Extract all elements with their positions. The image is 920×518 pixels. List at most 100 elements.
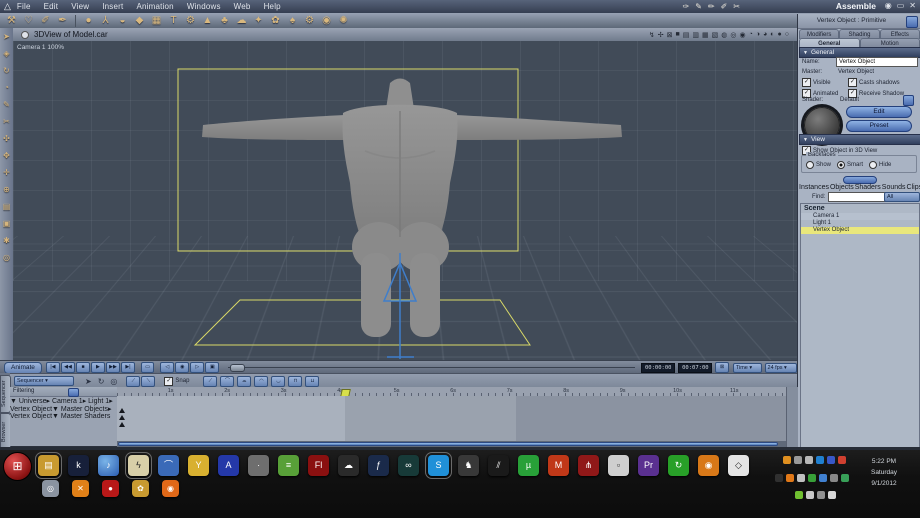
seq-zoom-icon[interactable]: ◎ [110, 377, 117, 386]
steam-icon[interactable]: ◎ [42, 480, 59, 497]
textured-mode-icon[interactable]: ⊠ [667, 31, 673, 39]
visible-checkbox[interactable]: Visible [802, 78, 848, 87]
tray-icon-2[interactable] [794, 456, 802, 464]
time-scrubber-knob[interactable] [230, 364, 245, 372]
move-axis-tool-icon[interactable]: ✥ [3, 147, 10, 164]
shader-edit-button[interactable]: Edit [846, 106, 912, 118]
camera-tool-icon[interactable]: ▣ [3, 215, 11, 232]
heart-tool-icon[interactable]: ♡ [20, 15, 37, 26]
brush-tool-icon[interactable]: ✂ [3, 113, 10, 130]
tab-sounds[interactable]: Sounds [882, 184, 906, 191]
menu-edit[interactable]: Edit [44, 2, 59, 11]
scene-root-label[interactable]: Scene [801, 204, 919, 213]
tangent-flat-button[interactable]: ⌓ [237, 376, 251, 387]
art-app-icon[interactable]: ✿ [132, 480, 149, 497]
tray-icon-6[interactable] [838, 456, 846, 464]
menu-insert[interactable]: Insert [102, 2, 123, 11]
3d-viewport[interactable]: Camera 1 100% [13, 41, 797, 360]
mechanism-icon[interactable]: ⚙ [301, 15, 318, 26]
tripod-app-icon[interactable]: ⋔ [578, 455, 599, 476]
tree-group-master-objects[interactable]: ▼ Master Objects [52, 406, 108, 413]
start-button[interactable]: ⊞ [3, 452, 32, 481]
stop-button[interactable]: ■ [76, 362, 90, 373]
winamp-icon[interactable]: ϟ [128, 455, 149, 476]
flash-icon[interactable]: Fl [308, 455, 329, 476]
wrench-tool-icon[interactable]: ⚒ [3, 15, 20, 26]
view-section-header[interactable]: ▼View [799, 134, 920, 145]
current-time-field[interactable]: 00:00:00 [641, 363, 675, 373]
metaball-icon[interactable]: ◆ [131, 15, 148, 26]
zoom-tool-icon[interactable]: ◎ [3, 249, 10, 266]
shaded-ball2-icon[interactable]: ● [778, 31, 782, 38]
shaded-ball1-icon[interactable]: ◐ [770, 31, 774, 38]
knife-tool-icon[interactable]: ✎ [3, 96, 10, 113]
premiere-icon[interactable]: Pr [638, 455, 659, 476]
tray-icon-3[interactable] [805, 456, 813, 464]
scene-item-vertex-object[interactable]: Vertex Object [801, 227, 919, 234]
unity-icon[interactable]: ◇ [728, 455, 749, 476]
preview-quality2-icon[interactable]: ◎ [730, 31, 736, 39]
itunes-icon[interactable]: ♪ [98, 455, 119, 476]
camera-object-icon[interactable]: ◉ [318, 15, 335, 26]
taskbar-clock[interactable]: 5:22 PM Saturday 9/1/2012 [853, 456, 915, 489]
burger-app-icon[interactable]: ≡ [278, 455, 299, 476]
layout-two-icon[interactable]: ▤ [683, 31, 690, 39]
shader-eyedrop-icon[interactable]: ◔ [4, 79, 9, 96]
eye-app-icon[interactable]: ◉ [162, 480, 179, 497]
record-keyframe-button[interactable]: ◉ [175, 362, 189, 373]
keyframe-marker[interactable] [119, 415, 125, 420]
kindle-icon[interactable]: k [68, 455, 89, 476]
curve-mode-button[interactable]: ⟍ [141, 376, 155, 387]
pen-icon[interactable]: ✏ [708, 2, 715, 11]
animate-button[interactable]: Animate [4, 362, 42, 374]
end-time-field[interactable]: 00:07:00 [678, 363, 712, 373]
scale-tool-icon[interactable]: ✛ [3, 164, 10, 181]
tray-icon-4[interactable] [816, 456, 824, 464]
timeline-vscrollbar[interactable] [786, 387, 798, 447]
universal-manip-icon[interactable]: ⊕ [3, 181, 10, 198]
layout-grid-icon[interactable]: ▧ [712, 31, 719, 39]
menu-web[interactable]: Web [234, 2, 251, 11]
tangent-linear-button[interactable]: ⟋ [203, 376, 217, 387]
find-input[interactable] [828, 192, 886, 202]
spline-object-icon[interactable]: ⅄ [97, 15, 114, 26]
filtering-button[interactable] [68, 388, 79, 397]
bend-tool-icon[interactable]: ✐ [37, 15, 54, 26]
pan-tool-icon[interactable]: ✱ [3, 232, 10, 249]
eraser-icon[interactable]: ✂ [733, 2, 740, 11]
light-object-icon[interactable]: ✺ [335, 15, 352, 26]
seq-rotate-icon[interactable]: ↻ [98, 377, 105, 386]
hscroll-thumb[interactable] [118, 442, 778, 446]
model-figure[interactable] [202, 79, 622, 338]
explorer-folder-icon[interactable]: ▤ [38, 455, 59, 476]
render-mode2-icon[interactable]: ◑ [756, 31, 760, 38]
cube-primitive-icon[interactable]: ▦ [148, 15, 165, 26]
tab-instances[interactable]: Instances [799, 184, 829, 191]
step-back-button[interactable]: ◁ [160, 362, 174, 373]
menu-animation[interactable]: Animation [136, 2, 173, 11]
lit-wireframe-icon[interactable]: ✢ [658, 31, 664, 39]
manga-studio-icon[interactable]: ⫽ [488, 455, 509, 476]
keyframe-marker[interactable] [119, 422, 125, 427]
hair-app-icon[interactable]: ☁ [338, 455, 359, 476]
sync-app-icon[interactable]: ↻ [668, 455, 689, 476]
tray-icon-10[interactable] [808, 474, 816, 482]
white-app-icon[interactable]: ▫ [608, 455, 629, 476]
tree-item-light-1[interactable]: ▸ Light 1 [83, 398, 109, 405]
viewport-collapse-icon[interactable] [21, 31, 29, 39]
knife-icon[interactable]: ✐ [721, 2, 728, 11]
tray-icon-13[interactable] [841, 474, 849, 482]
close-button[interactable]: ✕ [909, 1, 916, 10]
casts-shadows-checkbox[interactable]: Casts shadows [848, 78, 918, 87]
layout-three-icon[interactable]: ▥ [692, 31, 699, 39]
tangent-step-button[interactable]: ⊓ [288, 376, 302, 387]
pencil-icon[interactable]: ✎ [695, 2, 702, 11]
time-scrubber[interactable] [228, 367, 635, 368]
utorrent-icon[interactable]: µ [518, 455, 539, 476]
chess-knight-icon[interactable]: ♞ [458, 455, 479, 476]
layers-tool-icon[interactable]: ▤ [3, 198, 11, 215]
tray-icon-11[interactable] [819, 474, 827, 482]
tree-object-icon[interactable]: ♣ [216, 15, 233, 26]
filtering-row[interactable]: Filtering [10, 387, 117, 397]
tree-group-master-shaders[interactable]: ▼ Master Shaders [52, 413, 110, 420]
